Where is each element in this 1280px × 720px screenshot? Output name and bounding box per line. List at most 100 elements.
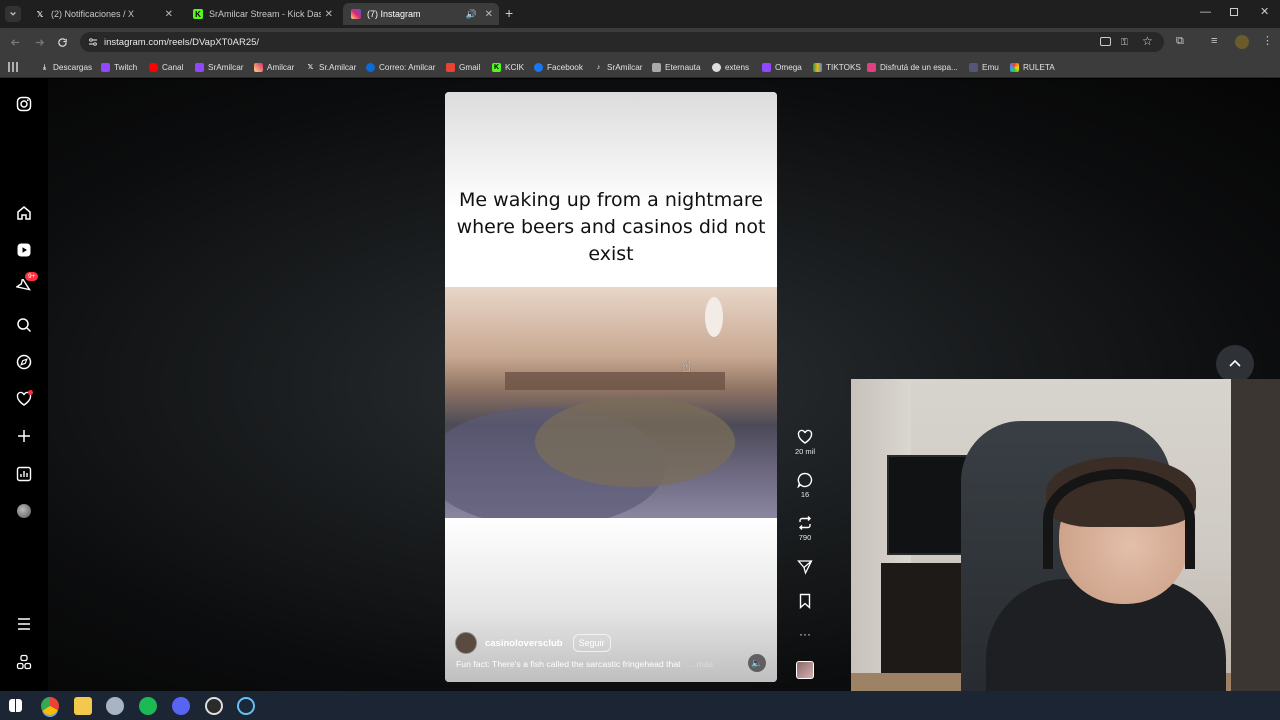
extensions-icon[interactable]: ⧉: [1176, 35, 1184, 48]
bookmark-star-icon[interactable]: ☆: [1142, 34, 1153, 48]
bookmark-emu[interactable]: Emu: [969, 60, 999, 74]
chrome-icon[interactable]: [41, 697, 59, 715]
reel-author-row: casinoloversclub Seguir: [455, 632, 611, 654]
messages-icon[interactable]: 9+: [15, 272, 39, 296]
x-logo-icon: 𝕏: [307, 63, 314, 71]
more-link[interactable]: ... más: [687, 659, 713, 669]
tab-kick-dashboard[interactable]: K SrAmilcar Stream - Kick Dashboard ✕: [185, 3, 339, 25]
like-button[interactable]: 20 mil: [792, 429, 818, 456]
kick-logo-icon: K: [492, 62, 501, 72]
bookmark-correo[interactable]: Correo: Amilcar: [366, 60, 435, 74]
profile-avatar[interactable]: [1235, 35, 1249, 49]
save-button[interactable]: [792, 593, 818, 611]
bookmark-sramilcar-1[interactable]: SrAmilcar: [195, 60, 243, 74]
bookmark-sr-amilcar[interactable]: 𝕏 Sr.Amilcar: [306, 60, 357, 74]
wall-lamp: [705, 297, 723, 337]
forward-arrow-icon[interactable]: [34, 37, 45, 48]
instagram-logo-icon[interactable]: [15, 95, 33, 113]
app-icon[interactable]: [106, 697, 124, 715]
drive-icon: [813, 62, 822, 72]
author-avatar[interactable]: [455, 632, 477, 654]
author-username[interactable]: casinoloversclub: [485, 638, 563, 649]
bookmark-descargas[interactable]: ⤓ Descargas: [40, 60, 92, 74]
roulette-icon: [1010, 62, 1019, 72]
mute-button[interactable]: 🔈: [748, 654, 766, 672]
tab-label: (2) Notificaciones / X: [51, 9, 135, 19]
reload-icon[interactable]: [57, 37, 68, 48]
bookmark-site-icon: [867, 62, 876, 72]
speaker-icon[interactable]: 🔊: [466, 9, 477, 20]
spotify-icon[interactable]: [139, 697, 157, 715]
share-button[interactable]: [792, 559, 818, 577]
profile-avatar[interactable]: [15, 502, 33, 520]
file-explorer-icon[interactable]: [74, 697, 92, 715]
notifications-heart-icon[interactable]: [15, 390, 33, 408]
close-icon[interactable]: ✕: [325, 9, 333, 20]
bookmark-eternauta[interactable]: Eternauta: [652, 60, 701, 74]
follow-button[interactable]: Seguir: [572, 634, 611, 652]
apps-grid-icon[interactable]: [8, 62, 18, 72]
reel-video-player[interactable]: Me waking up from a nightmare where beer…: [445, 92, 777, 682]
reels-icon[interactable]: [15, 241, 33, 259]
bookmark-kcik[interactable]: K KCIK: [492, 60, 524, 74]
bookmark-amilcar[interactable]: Amilcar: [254, 60, 294, 74]
webcam-overlay: [851, 379, 1280, 720]
media-controls-icon[interactable]: ≡: [1211, 35, 1217, 47]
bookmark-tiktoks[interactable]: TIKTOKS: [813, 60, 861, 74]
create-plus-icon[interactable]: [15, 427, 33, 445]
minimize-button[interactable]: —: [1200, 6, 1211, 18]
home-icon[interactable]: [15, 204, 33, 222]
steam-icon[interactable]: [237, 697, 255, 715]
bookmark-extens[interactable]: extens: [712, 60, 749, 74]
bookmark-omega[interactable]: Omega: [762, 60, 802, 74]
hand-cursor-icon: ☝: [682, 359, 692, 376]
address-bar[interactable]: instagram.com/reels/DVapXT0AR25/: [80, 32, 1164, 52]
download-icon: ⤓: [42, 63, 47, 71]
bookmark-icon: [799, 593, 811, 609]
bookmark-facebook[interactable]: Facebook: [534, 60, 583, 74]
discord-icon[interactable]: [172, 697, 190, 715]
restore-button[interactable]: [1230, 8, 1238, 16]
bookmark-gmail[interactable]: Gmail: [446, 60, 480, 74]
also-from-meta-icon[interactable]: [15, 653, 33, 671]
back-arrow-icon[interactable]: [10, 37, 21, 48]
window-close-button[interactable]: ✕: [1260, 5, 1269, 18]
bookmark-twitch[interactable]: Twitch: [101, 60, 137, 74]
new-tab-button[interactable]: +: [505, 5, 513, 21]
tab-search-button[interactable]: [5, 6, 21, 22]
bookmark-disfruta[interactable]: Disfrutá de un espa...: [867, 60, 958, 74]
windows-start-icon[interactable]: [9, 699, 22, 712]
explore-compass-icon[interactable]: [15, 353, 33, 371]
comment-button[interactable]: 16: [792, 472, 818, 499]
repost-count: 790: [798, 533, 812, 542]
bookmark-canal[interactable]: Canal: [149, 60, 183, 74]
scroll-up-button[interactable]: [1216, 345, 1254, 383]
emu-icon: [969, 62, 978, 72]
animal-shape: [535, 397, 735, 487]
bookmark-sramilcar-tiktok[interactable]: ♪ SrAmilcar: [594, 60, 643, 74]
site-settings-icon[interactable]: [88, 37, 98, 47]
audio-track-thumbnail[interactable]: [792, 661, 818, 679]
more-menu-icon[interactable]: [15, 615, 33, 633]
twitch-icon: [195, 62, 204, 72]
browser-menu-icon[interactable]: ⋮: [1262, 34, 1273, 47]
reel-description[interactable]: Fun fact: There's a fish called the sarc…: [456, 659, 713, 669]
tab-instagram[interactable]: (7) Instagram 🔊 ✕: [343, 3, 499, 25]
close-icon[interactable]: ✕: [485, 9, 493, 20]
search-icon[interactable]: [15, 316, 33, 334]
password-key-icon[interactable]: ⚿: [1121, 37, 1128, 48]
bookmark-ruleta[interactable]: RULETA: [1010, 60, 1055, 74]
install-app-icon[interactable]: [1100, 37, 1111, 46]
close-icon[interactable]: ✕: [165, 9, 173, 20]
comment-icon: [797, 472, 813, 488]
speaker-icon: 🔈: [751, 657, 763, 668]
url-text: instagram.com/reels/DVapXT0AR25/: [104, 36, 260, 48]
tiktok-icon: ♪: [596, 63, 601, 71]
repost-button[interactable]: 790: [792, 515, 818, 542]
comment-count: 16: [800, 490, 810, 499]
notification-badge: 9+: [25, 272, 39, 281]
dashboard-icon[interactable]: [15, 465, 33, 483]
more-options-button[interactable]: ···: [792, 627, 818, 641]
obs-icon[interactable]: [205, 697, 223, 715]
tab-x-notifications[interactable]: 𝕏 (2) Notificaciones / X ✕: [27, 3, 179, 25]
